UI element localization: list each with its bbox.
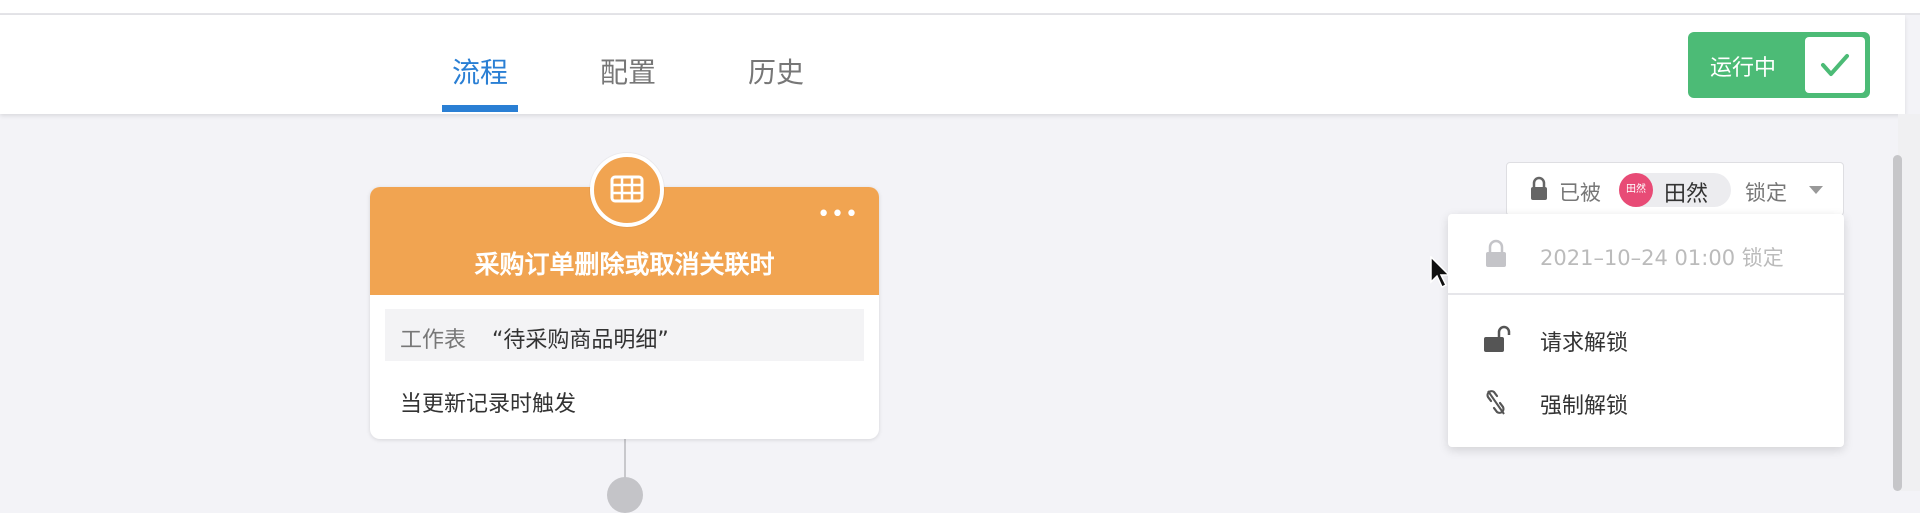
avatar: 田然 <box>1619 173 1653 207</box>
lock-prefix-text: 已被 <box>1559 181 1601 205</box>
status-label: 运行中 <box>1710 56 1777 81</box>
locked-by-user: 田然 <box>1664 182 1709 207</box>
top-border <box>0 0 1920 15</box>
chevron-down-icon <box>1809 186 1823 194</box>
lock-suffix-text: 锁定 <box>1745 181 1787 205</box>
tab-history[interactable]: 历史 <box>748 51 804 91</box>
add-node-button[interactable] <box>607 477 643 513</box>
user-chip: 田然 田然 <box>1619 173 1731 207</box>
check-icon[interactable] <box>1805 37 1865 93</box>
flow-connector <box>624 439 626 479</box>
lock-icon <box>1529 176 1549 206</box>
lock-dropdown-menu: 2021–10–24 01:00 锁定 请求解锁 强制解锁 <box>1448 214 1844 447</box>
menu-divider <box>1448 293 1844 295</box>
more-options-icon[interactable]: ••• <box>817 202 859 227</box>
scrollbar-thumb[interactable] <box>1893 155 1902 491</box>
request-unlock-label: 请求解锁 <box>1540 331 1629 356</box>
active-tab-indicator <box>442 105 518 112</box>
broken-link-icon <box>1482 387 1510 421</box>
running-status-toggle[interactable]: 运行中 <box>1688 32 1870 98</box>
node-title: 采购订单删除或取消关联时 <box>474 250 775 279</box>
force-unlock-item[interactable]: 强制解锁 <box>1448 373 1844 429</box>
worksheet-prefix: 工作表 <box>400 328 467 353</box>
locked-timestamp: 2021–10–24 01:00 锁定 <box>1540 246 1784 270</box>
worksheet-name: “待采购商品明细” <box>492 328 669 353</box>
table-icon <box>590 153 664 227</box>
trigger-description: 当更新记录时触发 <box>400 392 577 417</box>
tab-config[interactable]: 配置 <box>600 51 656 91</box>
header-bar: 流程 配置 历史 运行中 <box>0 15 1905 114</box>
unlock-icon <box>1482 324 1514 358</box>
mouse-cursor-icon <box>1430 255 1452 294</box>
lock-icon <box>1484 239 1508 273</box>
worksheet-row: 工作表 “待采购商品明细” <box>385 309 864 361</box>
request-unlock-item[interactable]: 请求解锁 <box>1448 310 1844 366</box>
tab-flow[interactable]: 流程 <box>452 51 508 91</box>
force-unlock-label: 强制解锁 <box>1540 394 1629 419</box>
lock-status-dropdown[interactable]: 已被 田然 田然 锁定 <box>1506 162 1844 216</box>
